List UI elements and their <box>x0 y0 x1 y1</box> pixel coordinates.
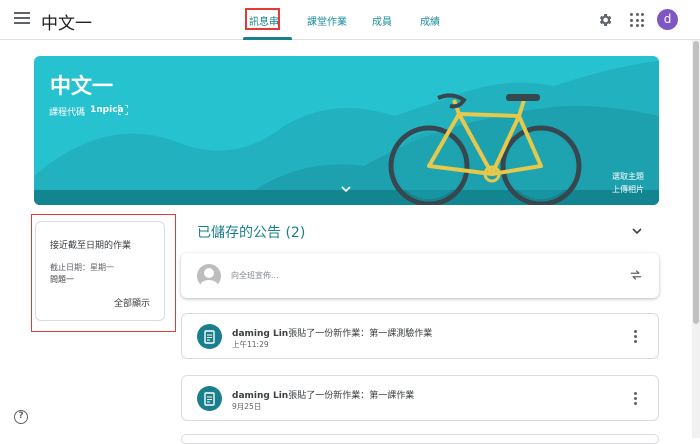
tab-stream[interactable]: 訊息串 <box>249 13 279 28</box>
user-avatar-placeholder-icon <box>197 264 221 288</box>
apps-grid-icon[interactable] <box>630 13 644 27</box>
upcoming-card: 接近截至日期的作業 截止日期：星期一 問題一 全部顯示 <box>35 221 165 321</box>
stream-item-time: 9月25日 <box>232 402 262 411</box>
tab-people[interactable]: 成員 <box>372 13 392 28</box>
upcoming-assignment-link[interactable]: 問題一 <box>50 274 74 285</box>
stream-item[interactable]: daming Lin張貼了一份新作業：第一課測驗作業 上午11:29 <box>181 313 659 359</box>
announce-box[interactable]: 向全班宣佈... <box>181 253 659 298</box>
assignment-icon <box>197 324 222 349</box>
fullscreen-icon[interactable] <box>118 105 128 115</box>
stream-item[interactable] <box>181 434 659 444</box>
active-tab-underline <box>243 37 292 40</box>
view-all-link[interactable]: 全部顯示 <box>114 296 150 309</box>
more-options-icon[interactable] <box>634 392 638 406</box>
stream-item[interactable]: daming Lin張貼了一份新作業：第一課作業 9月25日 <box>181 375 659 421</box>
chevron-down-icon[interactable] <box>340 184 352 194</box>
chevron-down-icon[interactable] <box>631 226 643 236</box>
help-circle-icon[interactable]: ? <box>14 410 28 424</box>
assignment-icon <box>197 386 222 411</box>
tab-classwork[interactable]: 課堂作業 <box>307 13 347 28</box>
scrollbar-thumb[interactable] <box>693 41 699 324</box>
announce-input[interactable]: 向全班宣佈... <box>231 270 279 281</box>
stream-item-text: 張貼了一份新作業：第一課測驗作業 <box>288 329 433 339</box>
stream-item-title: daming Lin張貼了一份新作業：第一課測驗作業 <box>232 326 432 339</box>
stream-item-text: 張貼了一份新作業：第一課作業 <box>288 391 415 401</box>
hamburger-menu-icon[interactable] <box>14 12 30 26</box>
user-avatar[interactable]: d <box>657 9 678 30</box>
upcoming-due-date: 截止日期：星期一 <box>50 263 114 272</box>
banner-illustration <box>34 61 659 205</box>
stream-item-title: daming Lin張貼了一份新作業：第一課作業 <box>232 388 414 401</box>
gear-icon[interactable] <box>597 12 613 28</box>
class-code-label: 課程代碼 <box>49 108 86 118</box>
top-app-bar: 中文一 訊息串 課堂作業 成員 成績 d <box>0 0 700 40</box>
upload-photo-link[interactable]: 上傳相片 <box>612 184 644 195</box>
class-banner: 中文一 課程代碼 1npica 選取主題 上傳相片 <box>34 56 659 205</box>
banner-title: 中文一 <box>50 74 113 98</box>
stream-item-time: 上午11:29 <box>232 340 269 349</box>
more-options-icon[interactable] <box>634 330 638 344</box>
class-title[interactable]: 中文一 <box>41 9 92 34</box>
stream-item-author: daming Lin <box>232 329 289 339</box>
select-theme-link[interactable]: 選取主題 <box>612 171 644 182</box>
saved-announcements-title[interactable]: 已儲存的公告 (2) <box>197 222 305 242</box>
tab-grades[interactable]: 成績 <box>420 13 440 28</box>
repost-icon[interactable] <box>629 268 643 282</box>
stream-item-author: daming Lin <box>232 391 289 401</box>
upcoming-title: 接近截至日期的作業 <box>50 241 132 251</box>
